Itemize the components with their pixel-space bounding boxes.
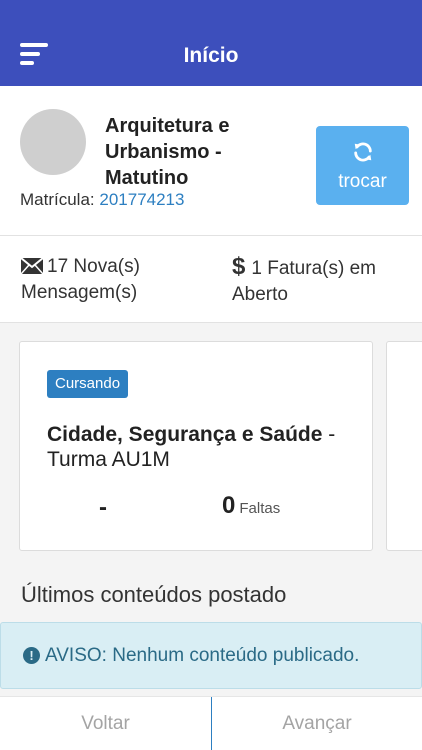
avatar	[20, 109, 86, 175]
alert-text: AVISO: Nenhum conteúdo publicado.	[45, 645, 360, 666]
messages-count: 17	[47, 256, 69, 277]
next-button[interactable]: Avançar	[212, 697, 422, 750]
switch-course-label: trocar	[338, 171, 387, 192]
invoices-count: 1	[251, 258, 262, 279]
profile-panel: Arquitetura e Urbanismo - Matutino Matrí…	[0, 86, 422, 236]
matricula-label: Matrícula:	[20, 190, 95, 209]
app-header: Início	[0, 0, 422, 86]
notice-alert: ! AVISO: Nenhum conteúdo publicado.	[0, 622, 422, 689]
absences: 0 Faltas	[222, 492, 280, 520]
course-name: Arquitetura e Urbanismo - Matutino	[105, 115, 230, 189]
subject-card[interactable]: Cursando Cidade, Segurança e Saúde - Tur…	[19, 341, 373, 551]
section-title: Últimos conteúdos postado	[21, 582, 287, 607]
messages-stat[interactable]: 17 Nova(s) Mensagem(s)	[21, 254, 201, 306]
subject-title: Cidade, Segurança e Saúde - Turma AU1M	[47, 422, 357, 472]
matricula-number: 201774213	[99, 190, 185, 209]
subject-name: Cidade, Segurança e Saúde	[47, 423, 323, 446]
back-button[interactable]: Voltar	[0, 697, 211, 750]
absences-count: 0	[222, 492, 236, 519]
switch-course-button[interactable]: trocar	[316, 126, 409, 205]
absences-label: Faltas	[239, 500, 281, 517]
invoices-stat[interactable]: $1 Fatura(s) em Aberto	[232, 254, 412, 308]
grade-value: -	[99, 494, 107, 521]
matricula-row: Matrícula: 201774213	[20, 190, 184, 210]
exclamation-icon: !	[23, 647, 40, 664]
stats-panel: 17 Nova(s) Mensagem(s) $1 Fatura(s) em A…	[0, 236, 422, 323]
next-subject-card[interactable]	[386, 341, 422, 551]
envelope-icon	[21, 258, 43, 274]
refresh-icon	[353, 142, 372, 162]
page-title: Início	[183, 44, 239, 67]
dollar-icon: $	[232, 253, 246, 280]
status-badge: Cursando	[47, 370, 129, 398]
bottom-nav: Voltar Avançar	[0, 696, 422, 750]
